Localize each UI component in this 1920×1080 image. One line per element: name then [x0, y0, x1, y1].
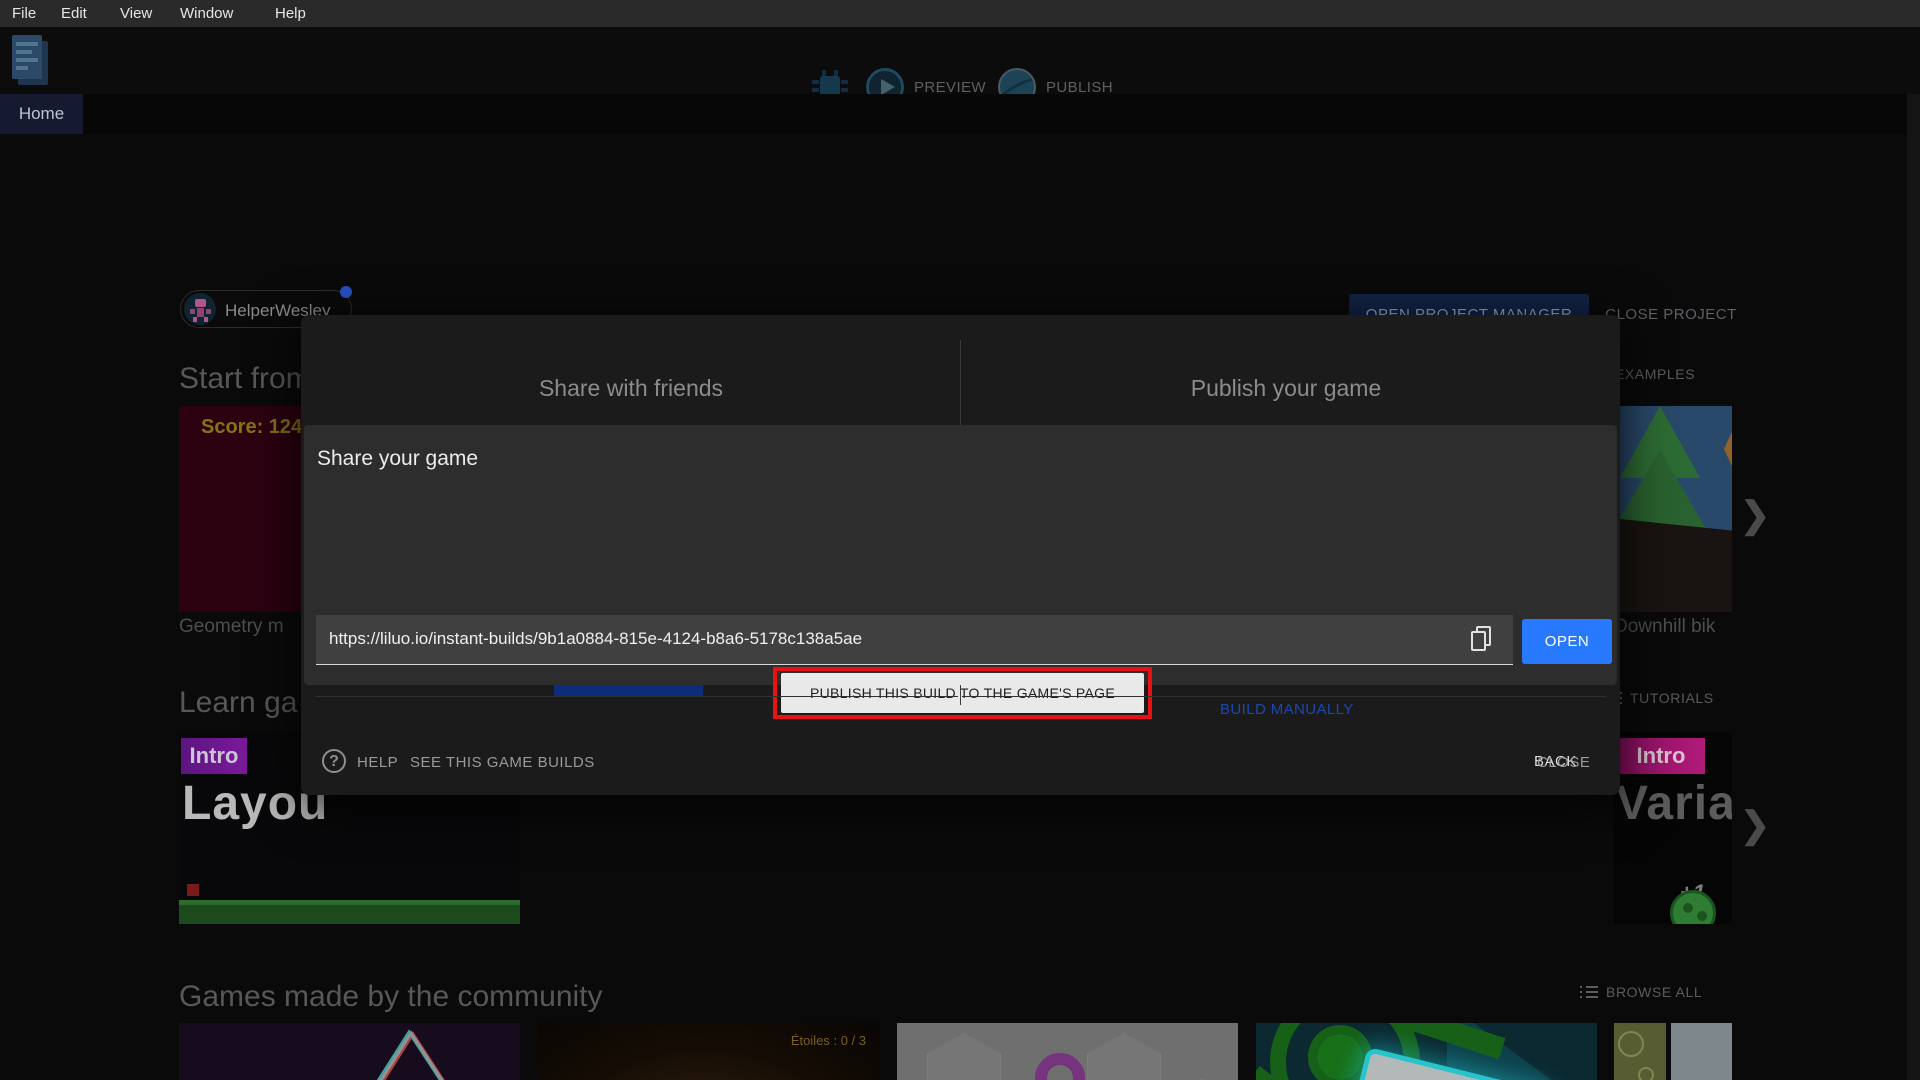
community-thumb-abstract-teal[interactable] [1256, 1023, 1597, 1080]
toolbar: PREVIEW PUBLISH [0, 27, 1920, 106]
community-thumb-night-scene[interactable]: Étoiles : 0 / 3 [539, 1023, 880, 1080]
tab-publish-your-game[interactable]: Publish your game [966, 375, 1606, 402]
see-game-builds-button[interactable]: SEE THIS GAME BUILDS [410, 754, 595, 771]
browse-all-link[interactable]: BROWSE ALL [1580, 984, 1702, 1000]
build-manually-link[interactable]: BUILD MANUALLY [1220, 701, 1354, 718]
bubble-outline [1638, 1067, 1654, 1080]
intro-banner: Intro [1617, 738, 1705, 774]
copy-icon[interactable] [1471, 626, 1493, 653]
learn-next-chevron-icon[interactable]: ❯ [1740, 804, 1770, 846]
tab-bar: Home [0, 94, 1920, 134]
dialog-footer: ? HELP SEE THIS GAME BUILDS CLOSE [301, 747, 1620, 777]
tab-home[interactable]: Home [0, 94, 83, 134]
menu-view[interactable]: View [120, 0, 152, 27]
purple-ring [1035, 1053, 1085, 1080]
enemy-dot [187, 884, 199, 896]
example-label-downhill: Downhill bik [1614, 616, 1716, 637]
tutorial-thumb-variables[interactable]: Intro Variab +1 [1614, 732, 1732, 924]
project-manager-icon[interactable] [12, 35, 48, 85]
community-thumb-bubbles-strip[interactable] [1614, 1023, 1666, 1080]
community-thumb-hex-rings[interactable] [897, 1023, 1238, 1080]
learn-section-title: Learn ga [179, 686, 298, 719]
example-label-geometry: Geometry m [179, 616, 284, 637]
build-url-field [316, 615, 1513, 665]
tutorials-label: TUTORIALS [1630, 690, 1714, 706]
close-project-button[interactable]: CLOSE PROJECT [1601, 294, 1741, 335]
menu-edit[interactable]: Edit [61, 0, 87, 27]
menu-file[interactable]: File [12, 0, 36, 27]
column-divider [960, 685, 961, 705]
divider-line [962, 696, 1606, 697]
close-dialog-button[interactable]: CLOSE [1537, 754, 1590, 771]
score-label: Score: 124 [201, 416, 303, 438]
tab-share-with-friends[interactable]: Share with friends [311, 375, 951, 402]
hexagon-tile [1087, 1033, 1161, 1080]
tutorials-link[interactable]: TUTORIALS [1604, 690, 1714, 706]
divider-line [316, 696, 958, 697]
highlight-annotation: PUBLISH THIS BUILD TO THE GAME'S PAGE [773, 667, 1152, 719]
community-thumb-dots[interactable] [1671, 1023, 1732, 1080]
examples-next-chevron-icon[interactable]: ❯ [1740, 494, 1770, 536]
community-section-title: Games made by the community [179, 980, 603, 1013]
scrollbar-track[interactable] [1907, 94, 1920, 1080]
share-panel-title: Share your game [317, 447, 479, 470]
tutorial-title: Variab [1616, 777, 1732, 830]
build-url-input[interactable] [329, 615, 1449, 663]
share-panel: Share your game OPEN PUBLISH THIS BUILD … [304, 425, 1617, 770]
community-row: Étoiles : 0 / 3 [179, 1023, 1732, 1080]
hexagon-tile [927, 1033, 1001, 1080]
intro-banner: Intro [181, 738, 247, 774]
app-window: File Edit View Window Help PREVIEW PUBLI… [0, 0, 1920, 1080]
ground-strip [179, 900, 520, 924]
open-build-button[interactable]: OPEN [1522, 619, 1612, 664]
publish-build-button[interactable]: PUBLISH THIS BUILD TO THE GAME'S PAGE [781, 673, 1144, 713]
bubble-outline [1618, 1031, 1644, 1057]
example-thumb-downhill[interactable]: G [1614, 406, 1732, 612]
stars-counter: Étoiles : 0 / 3 [790, 1033, 866, 1048]
avatar [184, 293, 216, 325]
list-icon [1580, 985, 1598, 999]
community-thumb-neon-shapes[interactable] [179, 1023, 520, 1080]
browse-all-label: BROWSE ALL [1606, 984, 1703, 1000]
help-button[interactable]: HELP [357, 754, 398, 771]
menu-bar: File Edit View Window Help [0, 0, 1920, 27]
notification-dot [340, 286, 352, 298]
sign-board: G [1724, 432, 1732, 466]
tab-divider [960, 340, 961, 425]
menu-window[interactable]: Window [180, 0, 233, 27]
creature-sprite [1670, 890, 1716, 924]
neon-shapes-graphic [376, 1029, 445, 1080]
help-icon[interactable]: ? [322, 749, 346, 773]
tree-shape [1614, 450, 1708, 532]
menu-help[interactable]: Help [275, 0, 306, 27]
share-dialog: Share with friends Publish your game Sha… [301, 315, 1620, 795]
